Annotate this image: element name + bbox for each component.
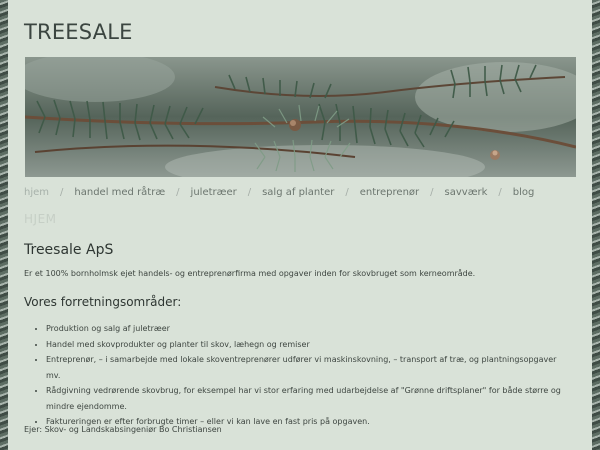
nav-item-handel-med-raatrae[interactable]: handel med råtræ	[74, 187, 165, 198]
nav-separator: /	[498, 187, 502, 198]
business-areas-list: Produktion og salg af juletræer Handel m…	[30, 321, 566, 430]
page-container: TREESALE hjem / handel med råtræ / julet…	[8, 0, 592, 450]
intro-paragraph: Er et 100% bornholmsk ejet handels- og e…	[24, 269, 476, 278]
list-item: Rådgivning vedrørende skovbrug, for ekse…	[46, 383, 566, 414]
main-navigation: hjem / handel med råtræ / juletræer / sa…	[24, 187, 534, 198]
nav-separator: /	[345, 187, 349, 198]
nav-item-blog[interactable]: blog	[513, 187, 535, 198]
business-areas-heading: Vores forretningsområder:	[24, 295, 182, 309]
nav-item-juletraeer[interactable]: juletræer	[191, 187, 237, 198]
nav-separator: /	[176, 187, 180, 198]
fir-branch-photo	[25, 57, 576, 177]
list-item: Entreprenør, – i samarbejde med lokale s…	[46, 352, 566, 383]
nav-separator: /	[247, 187, 252, 198]
list-item: Produktion og salg af juletræer	[46, 321, 566, 337]
nav-item-salg-af-planter[interactable]: salg af planter	[262, 187, 334, 198]
owner-line: Ejer: Skov- og Landskabsingeniør Bo Chri…	[24, 425, 222, 434]
page-heading: HJEM	[24, 212, 57, 226]
background-photo-edge-left	[0, 0, 8, 450]
company-title: Treesale ApS	[24, 242, 114, 258]
nav-separator: /	[60, 187, 64, 198]
nav-item-hjem[interactable]: hjem	[24, 187, 49, 198]
header-banner-image	[25, 57, 576, 177]
nav-item-savvaerk[interactable]: savværk	[445, 187, 488, 198]
background-photo-edge-right	[592, 0, 600, 450]
list-item: Handel med skovprodukter og planter til …	[46, 337, 566, 353]
site-title[interactable]: TREESALE	[24, 20, 133, 44]
nav-item-entreprenoer[interactable]: entreprenør	[360, 187, 419, 198]
nav-separator: /	[430, 187, 434, 198]
